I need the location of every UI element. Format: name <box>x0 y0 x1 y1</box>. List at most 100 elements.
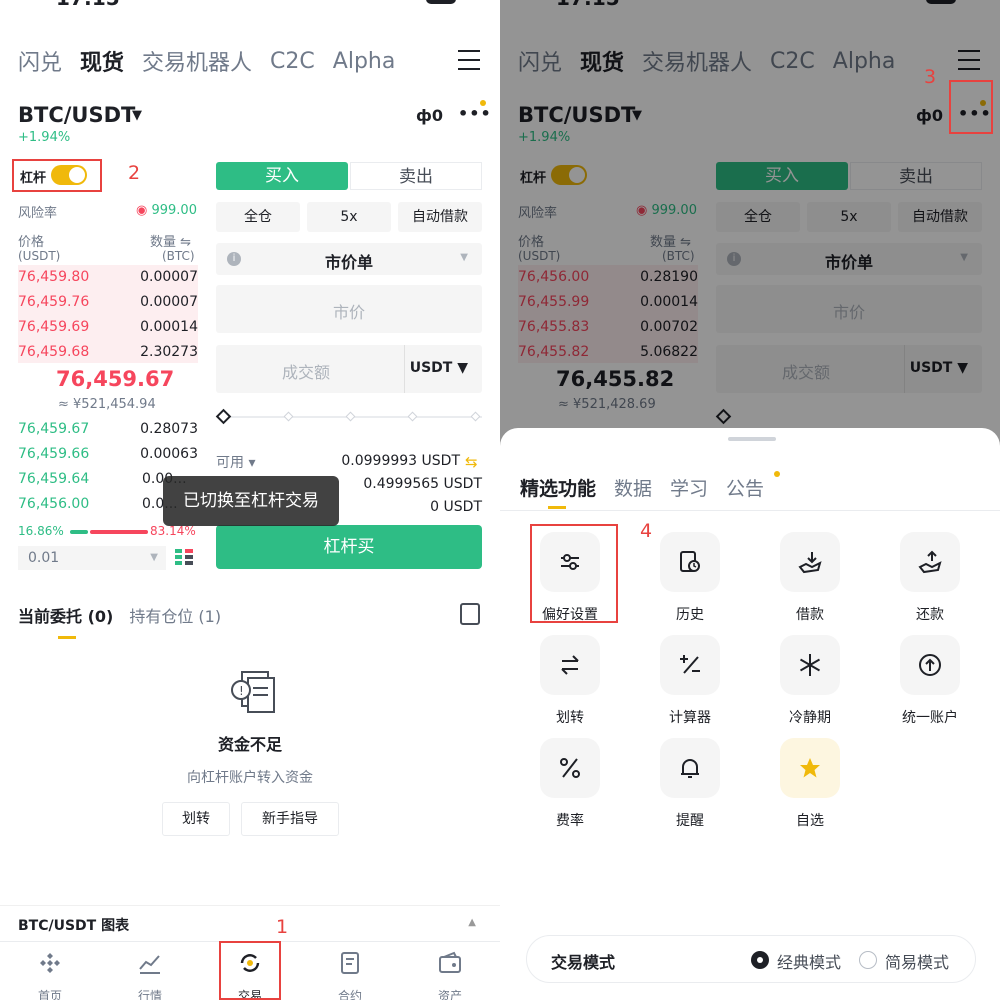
candlestick-icon[interactable]: ф0 <box>416 106 443 125</box>
slider-stop[interactable] <box>407 411 418 422</box>
price-input[interactable]: 市价 <box>216 285 482 333</box>
annotation-box-3 <box>949 80 993 134</box>
tab-learn[interactable]: 学习 <box>670 474 708 501</box>
caret-down-icon[interactable]: ▼ <box>132 108 142 123</box>
fn-transfer[interactable]: 划转 <box>510 635 630 726</box>
pair-selector[interactable]: BTC/USDT <box>18 103 135 127</box>
ask-row[interactable]: 76,459.80 0.00007 <box>18 265 198 289</box>
leverage-chip[interactable]: 5x <box>307 202 391 232</box>
transfer-button[interactable]: 划转 <box>162 802 230 836</box>
status-time: 17:15 <box>56 0 120 10</box>
fn-watchlist[interactable]: 自选 <box>750 738 870 829</box>
slider-stop[interactable] <box>345 411 356 422</box>
ask-row[interactable]: 76,459.68 2.30273 <box>18 340 198 364</box>
nav-futures-label: 合约 <box>337 989 362 1000</box>
bid-row[interactable]: 76,459.66 0.00063 <box>18 442 198 466</box>
chart-label: BTC/USDT 图表 <box>18 918 130 934</box>
tab-announcements[interactable]: 公告 <box>726 474 764 501</box>
tab-alpha[interactable]: Alpha <box>333 49 396 74</box>
sell-tab[interactable]: 卖出 <box>350 162 482 190</box>
nav-futures[interactable]: 合约 <box>300 942 400 1000</box>
buy-ratio: 16.86% <box>18 524 64 538</box>
last-price: 76,459.67 <box>56 367 175 391</box>
ask-row[interactable]: 76,459.69 0.00014 <box>18 315 198 339</box>
fn-history[interactable]: 历史 <box>630 532 750 623</box>
fn-fee-rate[interactable]: 费率 <box>510 738 630 829</box>
fn-label: 费率 <box>556 813 584 829</box>
tab-open-orders[interactable]: 当前委托 (0) <box>18 607 113 626</box>
fn-alerts[interactable]: 提醒 <box>630 738 750 829</box>
tab-c2c[interactable]: C2C <box>270 49 315 74</box>
auto-borrow-chip[interactable]: 自动借款 <box>398 202 482 232</box>
empty-title: 资金不足 <box>217 735 282 754</box>
toast-message: 已切换至杠杆交易 <box>163 476 339 526</box>
order-type-select[interactable]: i 市价单 ▼ <box>216 243 482 275</box>
available-value-1: 0.0999993 USDT <box>341 453 460 469</box>
radio-simple[interactable] <box>859 951 877 969</box>
ask-row[interactable]: 76,459.76 0.00007 <box>18 290 198 314</box>
orderbook-layout-icon[interactable] <box>174 547 194 567</box>
battery-icon <box>426 0 456 4</box>
fn-borrow[interactable]: 借款 <box>750 532 870 623</box>
tab-data[interactable]: 数据 <box>614 474 652 501</box>
repay-icon <box>900 532 960 592</box>
price-header: 价格 <box>18 235 45 250</box>
empty-document-icon: ! <box>231 671 275 713</box>
status-bar: 17:15 ▪▪▪▪ <box>0 0 500 10</box>
nav-home[interactable]: 首页 <box>0 942 100 1000</box>
ask-qty: 0.00007 <box>140 269 198 285</box>
buy-tab[interactable]: 买入 <box>216 162 348 190</box>
nav-assets[interactable]: 资产 <box>400 942 500 1000</box>
nav-markets[interactable]: 行情 <box>100 942 200 1000</box>
chart-section[interactable]: BTC/USDT 图表 ▲ <box>0 905 500 941</box>
right-screen: 17:15 ▪▪▪▪ 闪兑 现货 交易机器人 C2C Alpha BTC/USD… <box>500 0 1000 1000</box>
tab-spot[interactable]: 现货 <box>80 45 124 77</box>
radio-classic[interactable] <box>751 951 769 969</box>
ask-price: 76,459.80 <box>18 269 90 285</box>
margin-buy-button[interactable]: 杠杆买 <box>216 525 482 569</box>
tab-positions[interactable]: 持有仓位 (1) <box>129 607 221 626</box>
bid-row[interactable]: 76,459.67 0.28073 <box>18 417 198 441</box>
left-screen: 17:15 ▪▪▪▪ 闪兑 现货 交易机器人 C2C Alpha BTC/USD… <box>0 0 500 1000</box>
tab-featured[interactable]: 精选功能 <box>520 474 596 501</box>
risk-value: ◉ 999.00 <box>136 203 197 218</box>
annotation-box-4 <box>530 524 618 623</box>
slider-stop[interactable] <box>283 411 294 422</box>
slider-stop[interactable] <box>470 411 481 422</box>
borrow-icon <box>780 532 840 592</box>
divider <box>500 510 1000 511</box>
annotation-number-4: 4 <box>640 520 653 542</box>
fn-repay[interactable]: 还款 <box>870 532 990 623</box>
beginner-guide-button[interactable]: 新手指导 <box>241 802 339 836</box>
caret-up-icon[interactable]: ▲ <box>468 917 476 928</box>
qty-header[interactable]: 数量 ⇋ <box>150 231 191 250</box>
amount-input[interactable]: 成交额 USDT ▼ <box>216 345 482 393</box>
fn-unified-account[interactable]: 统一账户 <box>870 635 990 726</box>
annotation-box-1 <box>219 941 281 1000</box>
markets-icon <box>139 955 160 974</box>
annotation-number-2: 2 <box>128 162 141 184</box>
hamburger-menu-icon[interactable] <box>458 50 480 70</box>
trading-mode-bar: 交易模式 经典模式 简易模式 <box>526 935 976 983</box>
tab-bots[interactable]: 交易机器人 <box>142 45 252 77</box>
tab-swap[interactable]: 闪兑 <box>18 45 62 77</box>
margin-mode-chip[interactable]: 全仓 <box>216 202 300 232</box>
more-icon[interactable]: ••• <box>458 104 492 123</box>
fn-cooldown[interactable]: 冷静期 <box>750 635 870 726</box>
depth-selector[interactable]: 0.01 ▼ <box>18 546 166 570</box>
sheet-grabber[interactable] <box>728 437 776 441</box>
nav-markets-label: 行情 <box>137 989 162 1000</box>
amount-unit-select[interactable]: USDT ▼ <box>410 360 468 376</box>
sell-ratio: 83.14% <box>150 524 196 538</box>
order-history-icon[interactable] <box>460 603 480 625</box>
fn-calculator[interactable]: 计算器 <box>630 635 750 726</box>
transfer-swap-icon[interactable]: ⇆ <box>465 453 478 471</box>
tab-indicator <box>548 506 566 509</box>
slider-handle[interactable] <box>215 408 232 425</box>
available-label[interactable]: 可用 ▾ <box>216 452 255 472</box>
fn-label: 借款 <box>796 607 824 623</box>
buy-ratio-bar <box>70 530 88 534</box>
simple-mode-label[interactable]: 简易模式 <box>885 949 949 973</box>
classic-mode-label[interactable]: 经典模式 <box>777 949 841 973</box>
divider <box>404 345 405 393</box>
